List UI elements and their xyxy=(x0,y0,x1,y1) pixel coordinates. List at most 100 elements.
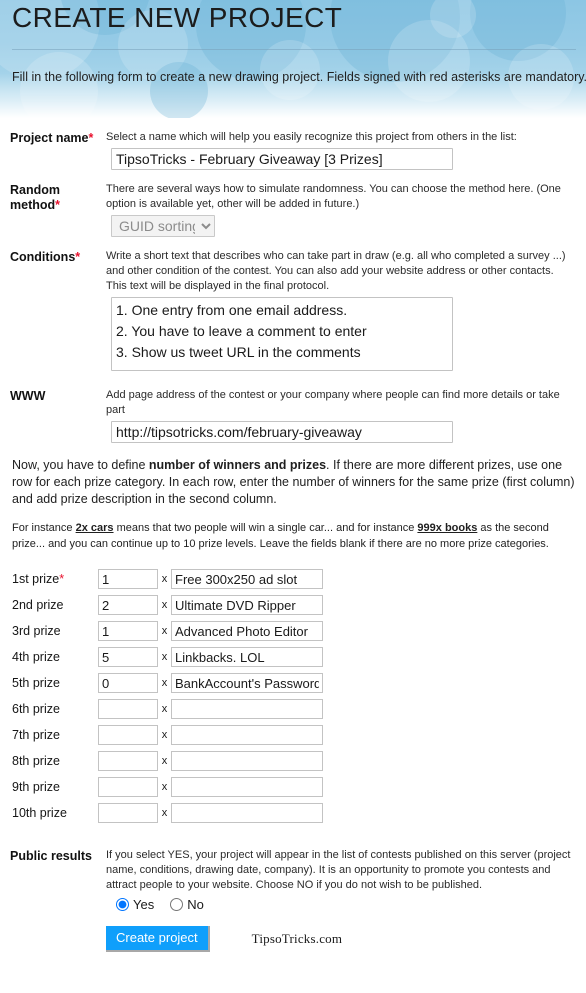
prizes-example-underline-2: 999x books xyxy=(417,522,478,534)
help-conditions: Write a short text that describes who ca… xyxy=(106,250,566,292)
label-random-method: Random method* xyxy=(10,182,98,213)
help-project-name: Select a name which will help you easily… xyxy=(106,131,517,143)
prize-row: 10th prize x xyxy=(10,800,576,826)
prizes-example-paragraph: For instance 2x cars means that two peop… xyxy=(12,521,576,552)
prize-description-input[interactable] xyxy=(171,621,323,641)
public-results-option-yes[interactable]: Yes xyxy=(116,897,154,912)
form-body: Project name* Select a name which will h… xyxy=(0,130,586,952)
prize-description-input[interactable] xyxy=(171,777,323,797)
prize-quantity-input[interactable] xyxy=(98,621,158,641)
prize-description-input[interactable] xyxy=(171,647,323,667)
public-results-radio-no[interactable] xyxy=(170,898,184,911)
prize-description-input[interactable] xyxy=(171,751,323,771)
prize-row: 9th prize x xyxy=(10,774,576,800)
prizes-example-underline-1: 2x cars xyxy=(75,522,114,534)
intro-text: Fill in the following form to create a n… xyxy=(12,70,586,84)
required-asterisk: * xyxy=(55,198,61,212)
multiplier-symbol: x xyxy=(161,755,168,767)
prize-row-label: 8th prize xyxy=(12,754,60,768)
public-results-option-label: Yes xyxy=(133,897,155,912)
prizes-intro-part-a: Now, you have to define xyxy=(12,458,149,472)
multiplier-symbol: x xyxy=(161,651,168,663)
prize-row: 8th prize x xyxy=(10,748,576,774)
field-project-name: Project name* Select a name which will h… xyxy=(10,130,576,170)
conditions-textarea[interactable]: 1. One entry from one email address. 2. … xyxy=(111,297,453,371)
prize-row-label: 7th prize xyxy=(12,728,60,742)
prize-description-input[interactable] xyxy=(171,725,323,745)
field-www: WWW Add page address of the contest or y… xyxy=(10,388,576,443)
help-www: Add page address of the contest or your … xyxy=(106,389,560,416)
label-conditions-text: Conditions xyxy=(10,250,76,264)
prize-row-label: 3rd prize xyxy=(12,624,61,638)
field-random-method: Random method* There are several ways ho… xyxy=(10,182,576,237)
prizes-intro-emphasis: number of winners and prizes xyxy=(148,458,327,472)
prize-row: 6th prize x xyxy=(10,696,576,722)
brand-watermark: TipsoTricks.com xyxy=(251,931,343,946)
prize-row-label: 5th prize xyxy=(12,676,60,690)
required-asterisk: * xyxy=(59,572,65,586)
multiplier-symbol: x xyxy=(161,703,168,715)
prize-quantity-input[interactable] xyxy=(98,569,158,589)
prize-row-label: 4th prize xyxy=(12,650,60,664)
prize-quantity-input[interactable] xyxy=(98,725,158,745)
www-input[interactable] xyxy=(111,421,453,443)
prize-quantity-input[interactable] xyxy=(98,699,158,719)
prize-description-input[interactable] xyxy=(171,699,323,719)
multiplier-symbol: x xyxy=(161,599,168,611)
required-asterisk: * xyxy=(88,131,94,145)
prize-row-label: 10th prize xyxy=(12,806,67,820)
prize-row-label: 2nd prize xyxy=(12,598,64,612)
multiplier-symbol: x xyxy=(161,807,168,819)
label-www: WWW xyxy=(10,388,98,404)
multiplier-symbol: x xyxy=(161,781,168,793)
field-conditions: Conditions* Write a short text that desc… xyxy=(10,249,576,376)
prize-row-label: 9th prize xyxy=(12,780,60,794)
prize-description-input[interactable] xyxy=(171,673,323,693)
prize-quantity-input[interactable] xyxy=(98,751,158,771)
prizes-example-part-b: means that two people will win a single … xyxy=(113,522,418,534)
prize-row: 7th prize x xyxy=(10,722,576,748)
prize-description-input[interactable] xyxy=(171,569,323,589)
help-public-results: If you select YES, your project will app… xyxy=(106,849,571,891)
project-name-input[interactable] xyxy=(111,148,453,170)
page-banner: CREATE NEW PROJECT Fill in the following… xyxy=(0,0,586,118)
label-project-name-text: Project name xyxy=(10,131,89,145)
random-method-select[interactable]: GUID sorting xyxy=(111,215,215,237)
prize-row-label: 1st prize* xyxy=(12,572,65,586)
required-asterisk: * xyxy=(75,250,81,264)
header-divider xyxy=(12,49,576,50)
public-results-option-label: No xyxy=(187,897,204,912)
field-public-results: Public results If you select YES, your p… xyxy=(10,848,576,912)
label-project-name: Project name* xyxy=(10,130,98,146)
label-conditions: Conditions* xyxy=(10,249,98,265)
prize-rows-list: 1st prize*x2nd prizex3rd prizex4th prize… xyxy=(10,566,576,826)
prize-row: 3rd prize x xyxy=(10,618,576,644)
multiplier-symbol: x xyxy=(161,729,168,741)
prize-row: 5th prize x xyxy=(10,670,576,696)
prizes-example-part-a: For instance xyxy=(12,522,76,534)
prizes-intro-paragraph: Now, you have to define number of winner… xyxy=(12,457,576,508)
multiplier-symbol: x xyxy=(161,573,168,585)
prize-description-input[interactable] xyxy=(171,803,323,823)
help-random-method: There are several ways how to simulate r… xyxy=(106,183,561,210)
prize-row: 1st prize* x xyxy=(10,566,576,592)
label-random-method-text: Random method xyxy=(10,183,60,212)
prize-quantity-input[interactable] xyxy=(98,777,158,797)
page-title: CREATE NEW PROJECT xyxy=(12,2,343,33)
public-results-option-no[interactable]: No xyxy=(170,897,204,912)
multiplier-symbol: x xyxy=(161,677,168,689)
create-project-button[interactable]: Create project xyxy=(106,926,210,952)
label-www-text: WWW xyxy=(10,389,46,403)
prize-quantity-input[interactable] xyxy=(98,595,158,615)
prize-row: 4th prize x xyxy=(10,644,576,670)
prize-description-input[interactable] xyxy=(171,595,323,615)
prize-quantity-input[interactable] xyxy=(98,647,158,667)
public-results-radio-group: Yes No xyxy=(106,897,576,912)
label-public-results: Public results xyxy=(10,848,98,864)
label-public-results-text: Public results xyxy=(10,849,92,863)
public-results-radio-yes[interactable] xyxy=(116,898,129,911)
prize-quantity-input[interactable] xyxy=(98,673,158,693)
form-footer: Create project TipsoTricks.com xyxy=(10,926,576,952)
prize-quantity-input[interactable] xyxy=(98,803,158,823)
multiplier-symbol: x xyxy=(161,625,168,637)
